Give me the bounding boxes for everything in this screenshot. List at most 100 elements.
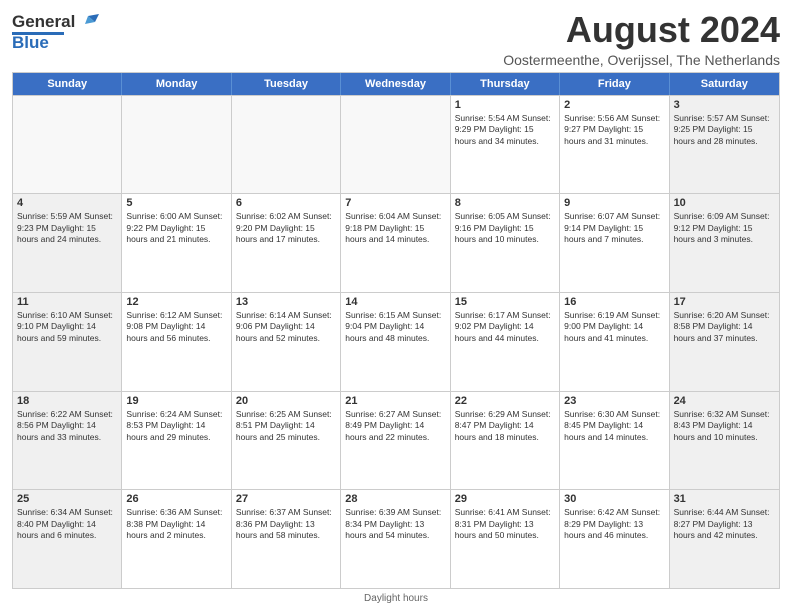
cell-content: Sunrise: 6:29 AM Sunset: 8:47 PM Dayligh… [455, 409, 555, 443]
day-number: 10 [674, 197, 775, 209]
day-number: 30 [564, 493, 664, 505]
cal-cell-0-3 [341, 96, 450, 194]
cal-cell-3-3: 21Sunrise: 6:27 AM Sunset: 8:49 PM Dayli… [341, 392, 450, 490]
calendar-header-row: Sunday Monday Tuesday Wednesday Thursday… [13, 73, 779, 95]
cal-cell-3-6: 24Sunrise: 6:32 AM Sunset: 8:43 PM Dayli… [670, 392, 779, 490]
cal-cell-2-4: 15Sunrise: 6:17 AM Sunset: 9:02 PM Dayli… [451, 293, 560, 391]
cell-content: Sunrise: 5:56 AM Sunset: 9:27 PM Dayligh… [564, 113, 664, 147]
cal-row-0: 1 Sunrise: 5:54 AM Sunset: 9:29 PM Daylig… [13, 95, 779, 194]
day-number: 19 [126, 395, 226, 407]
day-number: 26 [126, 493, 226, 505]
cal-cell-1-5: 9 Sunrise: 6:07 AM Sunset: 9:14 PM Daylig… [560, 194, 669, 292]
cal-cell-0-5: 2 Sunrise: 5:56 AM Sunset: 9:27 PM Daylig… [560, 96, 669, 194]
day-number: 17 [674, 296, 775, 308]
cal-cell-4-1: 26 Sunrise: 6:36 AM Sunset: 8:38 PM Dayli… [122, 490, 231, 588]
cal-cell-3-4: 22 Sunrise: 6:29 AM Sunset: 8:47 PM Dayli… [451, 392, 560, 490]
cal-cell-3-0: 18 Sunrise: 6:22 AM Sunset: 8:56 PM Dayli… [13, 392, 122, 490]
day-number: 7 [345, 197, 445, 209]
page: General Blue August 2024 Oostermeenthe, … [0, 0, 792, 612]
header-sunday: Sunday [13, 73, 122, 95]
cell-content: Sunrise: 5:59 AM Sunset: 9:23 PM Dayligh… [17, 211, 117, 245]
cal-cell-2-5: 16 Sunrise: 6:19 AM Sunset: 9:00 PM Dayli… [560, 293, 669, 391]
cell-content: Sunrise: 6:22 AM Sunset: 8:56 PM Dayligh… [17, 409, 117, 443]
header-saturday: Saturday [670, 73, 779, 95]
cal-cell-4-5: 30 Sunrise: 6:42 AM Sunset: 8:29 PM Dayli… [560, 490, 669, 588]
cell-content: Sunrise: 6:32 AM Sunset: 8:43 PM Dayligh… [674, 409, 775, 443]
logo-bird-icon [77, 14, 99, 32]
header-monday: Monday [122, 73, 231, 95]
cal-cell-1-6: 10 Sunrise: 6:09 AM Sunset: 9:12 PM Dayli… [670, 194, 779, 292]
day-number: 4 [17, 197, 117, 209]
cell-content: Sunrise: 6:14 AM Sunset: 9:06 PM Dayligh… [236, 310, 336, 344]
cell-content: Sunrise: 5:54 AM Sunset: 9:29 PM Dayligh… [455, 113, 555, 147]
day-number: 21 [345, 395, 445, 407]
cell-content: Sunrise: 6:15 AM Sunset: 9:04 PM Dayligh… [345, 310, 445, 344]
cal-cell-1-1: 5Sunrise: 6:00 AM Sunset: 9:22 PM Daylig… [122, 194, 231, 292]
logo-word-general: General [12, 12, 75, 32]
cal-row-2: 11Sunrise: 6:10 AM Sunset: 9:10 PM Dayli… [13, 292, 779, 391]
day-number: 9 [564, 197, 664, 209]
day-number: 8 [455, 197, 555, 209]
cell-content: Sunrise: 6:07 AM Sunset: 9:14 PM Dayligh… [564, 211, 664, 245]
day-number: 23 [564, 395, 664, 407]
subtitle: Oostermeenthe, Overijssel, The Netherlan… [503, 52, 780, 68]
cell-content: Sunrise: 6:24 AM Sunset: 8:53 PM Dayligh… [126, 409, 226, 443]
cal-cell-4-2: 27 Sunrise: 6:37 AM Sunset: 8:36 PM Dayli… [232, 490, 341, 588]
cell-content: Sunrise: 6:09 AM Sunset: 9:12 PM Dayligh… [674, 211, 775, 245]
cal-cell-0-6: 3Sunrise: 5:57 AM Sunset: 9:25 PM Daylig… [670, 96, 779, 194]
day-number: 25 [17, 493, 117, 505]
cal-cell-4-3: 28 Sunrise: 6:39 AM Sunset: 8:34 PM Dayli… [341, 490, 450, 588]
footer: Daylight hours [12, 593, 780, 604]
cell-content: Sunrise: 6:34 AM Sunset: 8:40 PM Dayligh… [17, 507, 117, 541]
title-block: August 2024 Oostermeenthe, Overijssel, T… [503, 10, 780, 68]
day-number: 3 [674, 99, 775, 111]
day-number: 15 [455, 296, 555, 308]
cell-content: Sunrise: 6:30 AM Sunset: 8:45 PM Dayligh… [564, 409, 664, 443]
day-number: 22 [455, 395, 555, 407]
cell-content: Sunrise: 6:19 AM Sunset: 9:00 PM Dayligh… [564, 310, 664, 344]
cal-cell-2-1: 12Sunrise: 6:12 AM Sunset: 9:08 PM Dayli… [122, 293, 231, 391]
cal-row-4: 25 Sunrise: 6:34 AM Sunset: 8:40 PM Dayli… [13, 489, 779, 588]
cal-cell-3-2: 20 Sunrise: 6:25 AM Sunset: 8:51 PM Dayli… [232, 392, 341, 490]
day-number: 20 [236, 395, 336, 407]
header-wednesday: Wednesday [341, 73, 450, 95]
cell-content: Sunrise: 6:37 AM Sunset: 8:36 PM Dayligh… [236, 507, 336, 541]
cal-cell-2-6: 17 Sunrise: 6:20 AM Sunset: 8:58 PM Dayli… [670, 293, 779, 391]
cal-cell-0-2 [232, 96, 341, 194]
day-number: 1 [455, 99, 555, 111]
cal-cell-1-3: 7Sunrise: 6:04 AM Sunset: 9:18 PM Daylig… [341, 194, 450, 292]
day-number: 18 [17, 395, 117, 407]
cal-cell-4-4: 29Sunrise: 6:41 AM Sunset: 8:31 PM Dayli… [451, 490, 560, 588]
header-friday: Friday [560, 73, 669, 95]
cal-cell-2-3: 14 Sunrise: 6:15 AM Sunset: 9:04 PM Dayli… [341, 293, 450, 391]
day-number: 27 [236, 493, 336, 505]
cell-content: Sunrise: 6:39 AM Sunset: 8:34 PM Dayligh… [345, 507, 445, 541]
cal-row-1: 4 Sunrise: 5:59 AM Sunset: 9:23 PM Daylig… [13, 193, 779, 292]
cal-cell-1-4: 8Sunrise: 6:05 AM Sunset: 9:16 PM Daylig… [451, 194, 560, 292]
calendar-body: 1 Sunrise: 5:54 AM Sunset: 9:29 PM Daylig… [13, 95, 779, 588]
cal-cell-3-1: 19 Sunrise: 6:24 AM Sunset: 8:53 PM Dayli… [122, 392, 231, 490]
cal-cell-0-4: 1 Sunrise: 5:54 AM Sunset: 9:29 PM Daylig… [451, 96, 560, 194]
cal-cell-3-5: 23 Sunrise: 6:30 AM Sunset: 8:45 PM Dayli… [560, 392, 669, 490]
day-number: 16 [564, 296, 664, 308]
footer-text: Daylight hours [364, 593, 428, 604]
day-number: 31 [674, 493, 775, 505]
day-number: 28 [345, 493, 445, 505]
cal-cell-1-0: 4 Sunrise: 5:59 AM Sunset: 9:23 PM Daylig… [13, 194, 122, 292]
logo-word-blue: Blue [12, 33, 49, 53]
cal-cell-2-2: 13Sunrise: 6:14 AM Sunset: 9:06 PM Dayli… [232, 293, 341, 391]
cell-content: Sunrise: 6:42 AM Sunset: 8:29 PM Dayligh… [564, 507, 664, 541]
day-number: 29 [455, 493, 555, 505]
logo: General Blue [12, 12, 99, 53]
header-tuesday: Tuesday [232, 73, 341, 95]
cell-content: Sunrise: 6:25 AM Sunset: 8:51 PM Dayligh… [236, 409, 336, 443]
cell-content: Sunrise: 6:36 AM Sunset: 8:38 PM Dayligh… [126, 507, 226, 541]
day-number: 2 [564, 99, 664, 111]
header-thursday: Thursday [451, 73, 560, 95]
cell-content: Sunrise: 6:20 AM Sunset: 8:58 PM Dayligh… [674, 310, 775, 344]
day-number: 14 [345, 296, 445, 308]
cal-cell-2-0: 11Sunrise: 6:10 AM Sunset: 9:10 PM Dayli… [13, 293, 122, 391]
cal-cell-4-0: 25 Sunrise: 6:34 AM Sunset: 8:40 PM Dayli… [13, 490, 122, 588]
header: General Blue August 2024 Oostermeenthe, … [12, 10, 780, 68]
cell-content: Sunrise: 6:02 AM Sunset: 9:20 PM Dayligh… [236, 211, 336, 245]
